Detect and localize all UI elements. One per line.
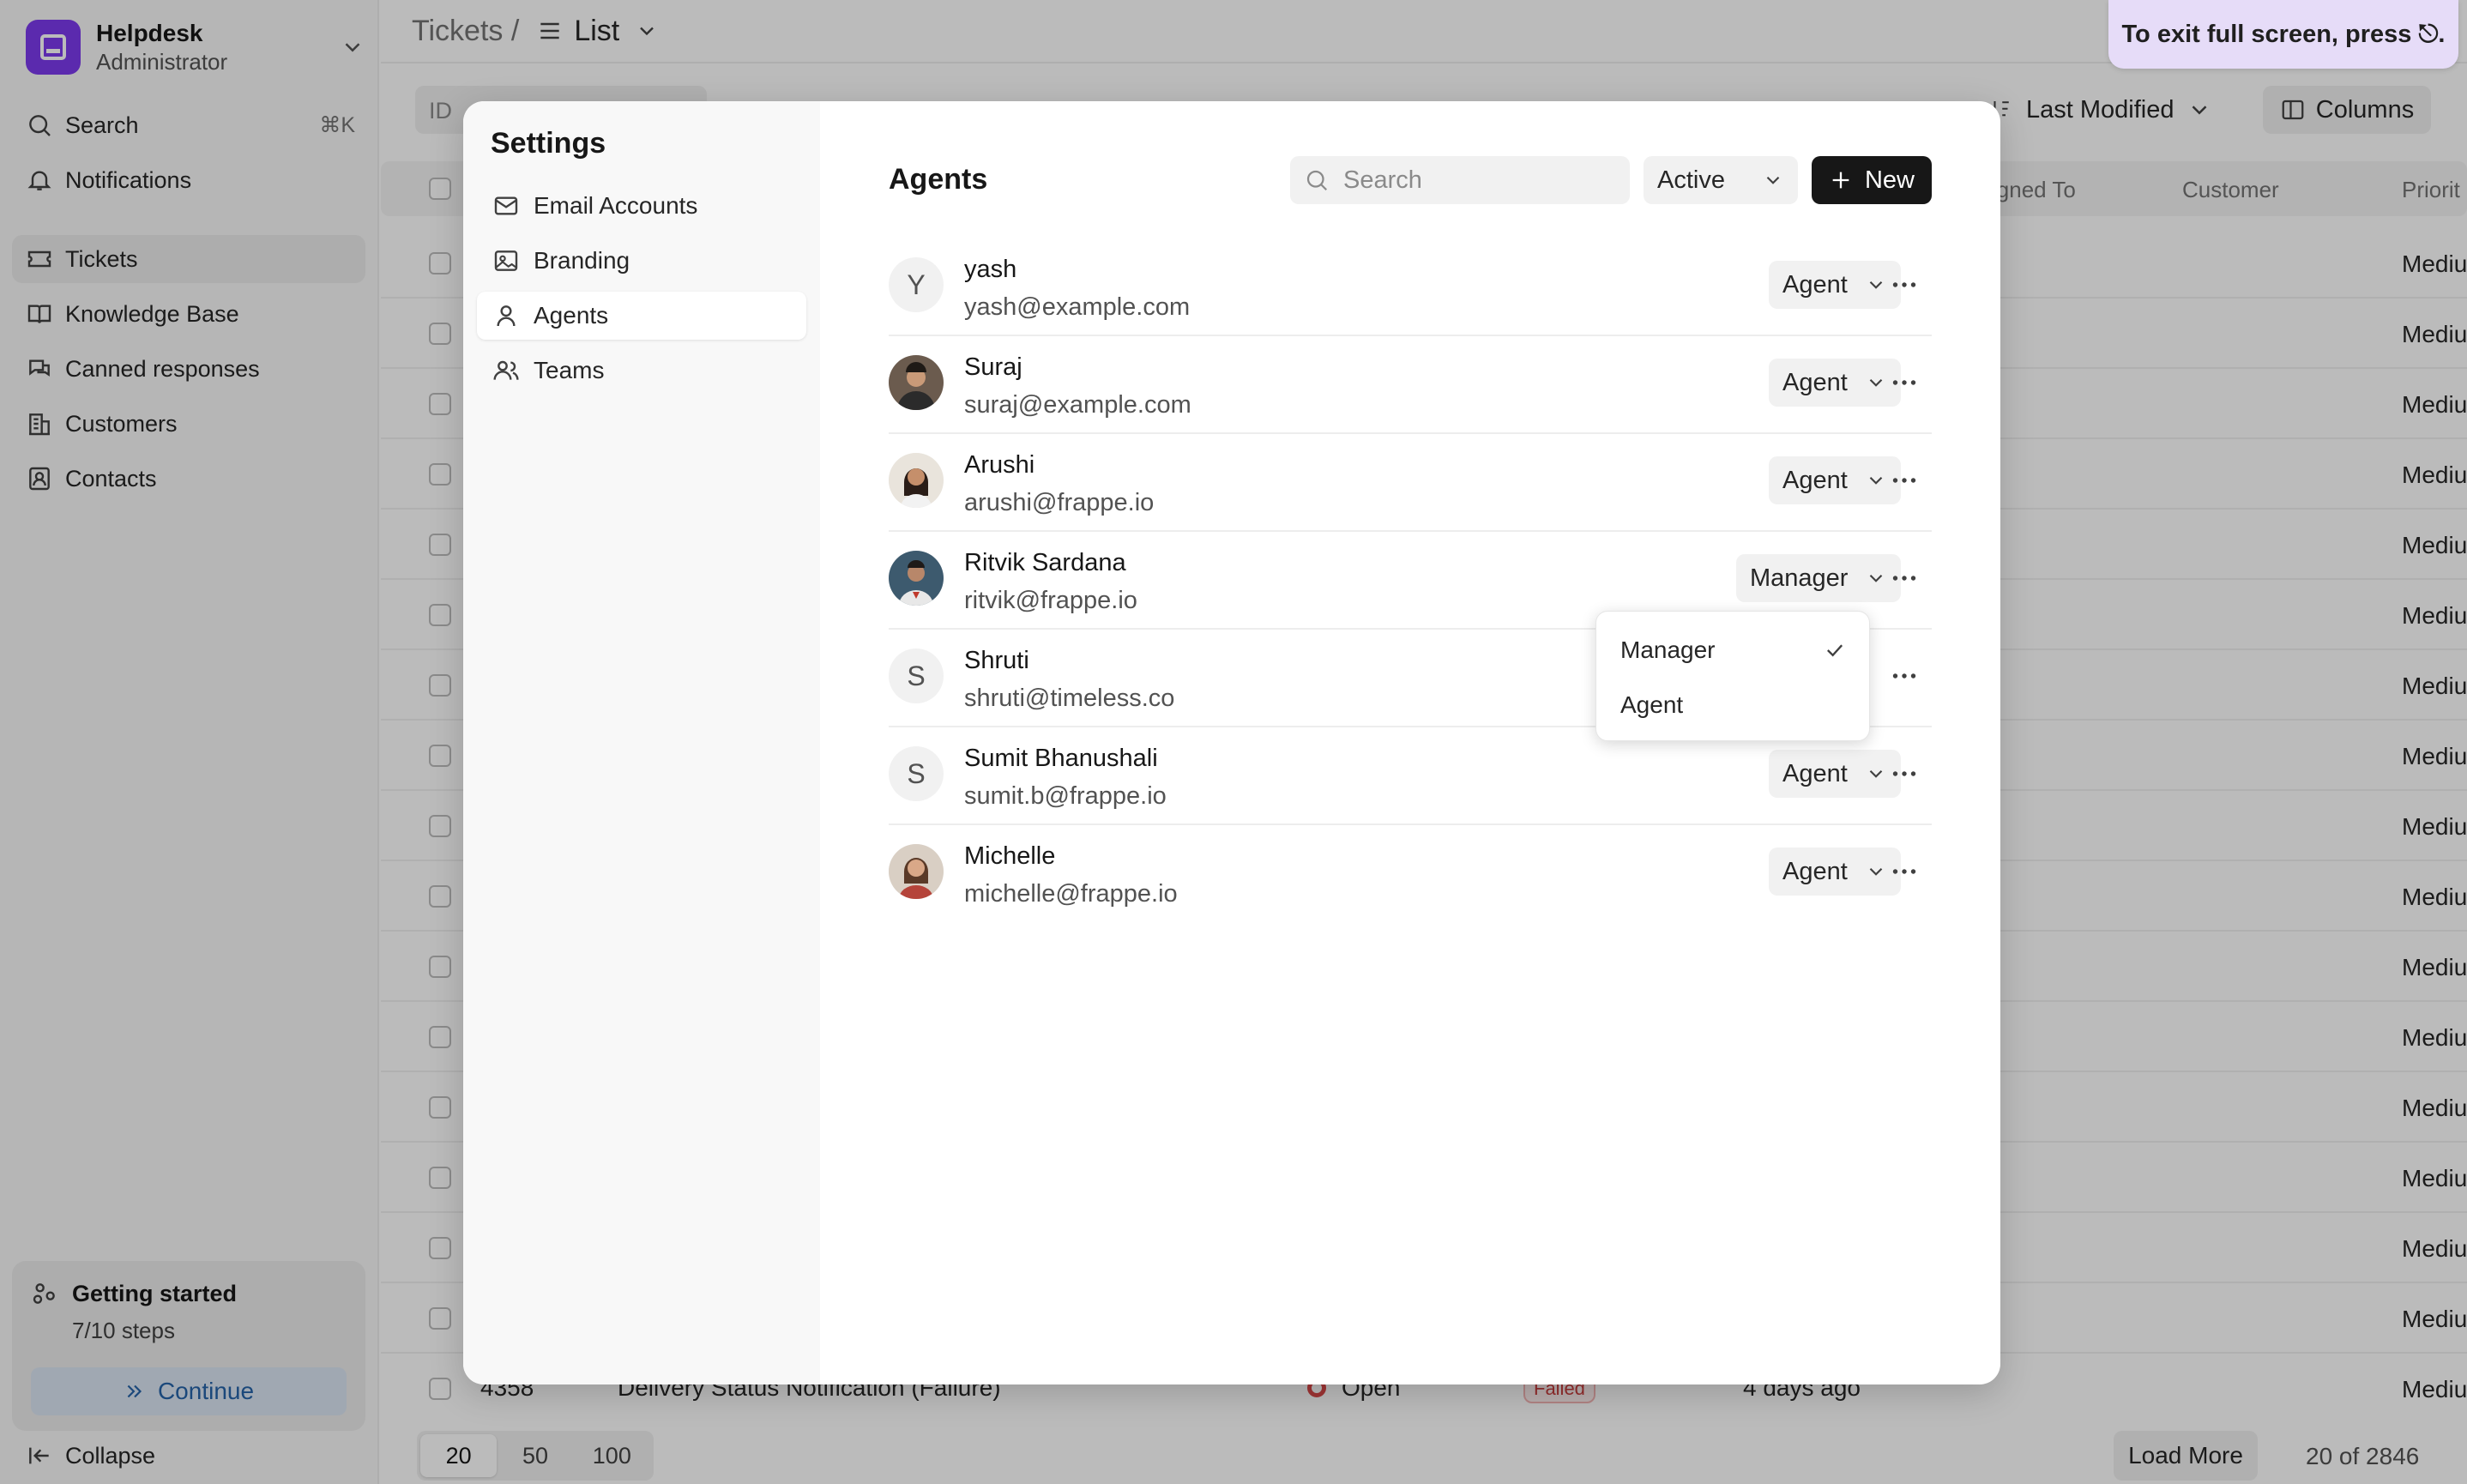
agents-heading: Agents — [889, 163, 988, 196]
image-brush-icon — [494, 250, 518, 271]
fullscreen-toast: To exit full screen, press ⎋. — [2108, 0, 2458, 69]
role-option-manager[interactable]: Manager — [1607, 625, 1861, 675]
agent-search-input[interactable]: Search — [1290, 156, 1630, 204]
agent-row: Y yash yash@example.com Agent — [889, 238, 1932, 336]
agent-name: Shruti — [964, 647, 1029, 674]
settings-item-label: Agents — [534, 302, 609, 329]
role-select[interactable]: Agent — [1769, 848, 1901, 896]
settings-item-label: Branding — [534, 247, 630, 274]
more-options-icon[interactable] — [1889, 465, 1920, 496]
chevron-down-icon — [1869, 769, 1883, 778]
user-icon — [497, 305, 516, 327]
mail-icon — [494, 196, 518, 215]
settings-item-agents[interactable]: Agents — [477, 292, 806, 340]
settings-item-label: Teams — [534, 357, 605, 383]
agent-name: Arushi — [964, 451, 1035, 479]
role-value: Agent — [1782, 270, 1848, 299]
agent-email: ritvik@frappe.io — [964, 587, 1137, 614]
chevron-down-icon — [1869, 281, 1883, 289]
agent-email: arushi@frappe.io — [964, 489, 1155, 516]
search-icon — [1306, 170, 1328, 191]
users-icon — [493, 360, 519, 380]
avatar: S — [889, 648, 944, 703]
chevron-down-icon — [1766, 176, 1780, 184]
agent-search-placeholder: Search — [1343, 166, 1422, 194]
role-option-label: Agent — [1620, 691, 1684, 718]
agent-row: Suraj suraj@example.com Agent — [889, 336, 1932, 434]
more-options-icon[interactable] — [1889, 563, 1920, 594]
status-filter-select[interactable]: Active — [1644, 156, 1798, 204]
role-value: Manager — [1750, 564, 1849, 592]
new-agent-button[interactable]: New — [1812, 156, 1932, 204]
avatar — [889, 551, 944, 606]
role-value: Agent — [1782, 857, 1848, 885]
agent-row: Michelle michelle@frappe.io Agent — [889, 825, 1932, 923]
role-select[interactable]: Agent — [1769, 456, 1901, 504]
avatar — [889, 355, 944, 410]
settings-item-email-accounts[interactable]: Email Accounts — [477, 182, 806, 230]
role-select[interactable]: Agent — [1769, 359, 1901, 407]
more-options-icon[interactable] — [1889, 856, 1920, 887]
agents-panel: Agents Search Active New Y yash yash@exa… — [820, 101, 2000, 1384]
check-icon — [1827, 644, 1843, 657]
more-options-icon[interactable] — [1889, 269, 1920, 300]
settings-title: Settings — [491, 127, 606, 160]
role-option-agent[interactable]: Agent — [1607, 680, 1861, 730]
avatar — [889, 844, 944, 899]
agent-name: Suraj — [964, 353, 1022, 381]
agent-name: Ritvik Sardana — [964, 549, 1126, 576]
chevron-down-icon — [1869, 476, 1883, 485]
agent-email: michelle@frappe.io — [964, 880, 1178, 908]
role-option-label: Manager — [1620, 636, 1716, 663]
role-value: Agent — [1782, 466, 1848, 494]
avatar — [889, 453, 944, 508]
agent-email: suraj@example.com — [964, 391, 1191, 419]
role-value: Agent — [1782, 759, 1848, 787]
avatar: Y — [889, 257, 944, 312]
role-value: Agent — [1782, 368, 1848, 396]
plus-icon — [1832, 172, 1849, 189]
chevron-down-icon — [1870, 574, 1883, 582]
agent-email: shruti@timeless.co — [964, 685, 1175, 712]
more-options-icon[interactable] — [1889, 367, 1920, 398]
chevron-down-icon — [1869, 867, 1883, 876]
agent-email: yash@example.com — [964, 293, 1191, 321]
avatar: S — [889, 746, 944, 801]
status-filter-value: Active — [1657, 166, 1725, 194]
more-options-icon[interactable] — [1889, 758, 1920, 789]
role-select[interactable]: Agent — [1769, 750, 1901, 798]
settings-sidebar: Settings Email Accounts Branding Agents … — [463, 101, 820, 1384]
agent-name: Sumit Bhanushali — [964, 745, 1158, 772]
new-agent-label: New — [1864, 166, 1915, 194]
role-select[interactable]: Agent — [1769, 261, 1901, 309]
agent-name: yash — [964, 256, 1017, 283]
role-select[interactable]: Manager — [1736, 554, 1902, 602]
agent-name: Michelle — [964, 842, 1056, 870]
settings-item-label: Email Accounts — [534, 192, 698, 219]
chevron-down-icon — [1869, 378, 1883, 387]
settings-item-branding[interactable]: Branding — [477, 237, 806, 285]
more-options-icon[interactable] — [1889, 661, 1920, 691]
agent-email: sumit.b@frappe.io — [964, 782, 1167, 810]
agent-row: S Sumit Bhanushali sumit.b@frappe.io Age… — [889, 727, 1932, 825]
agent-row: Arushi arushi@frappe.io Agent — [889, 434, 1932, 532]
role-dropdown-menu: Manager Agent — [1595, 611, 1870, 741]
settings-dialog: Settings Email Accounts Branding Agents … — [463, 101, 2000, 1384]
settings-item-teams[interactable]: Teams — [477, 347, 806, 395]
